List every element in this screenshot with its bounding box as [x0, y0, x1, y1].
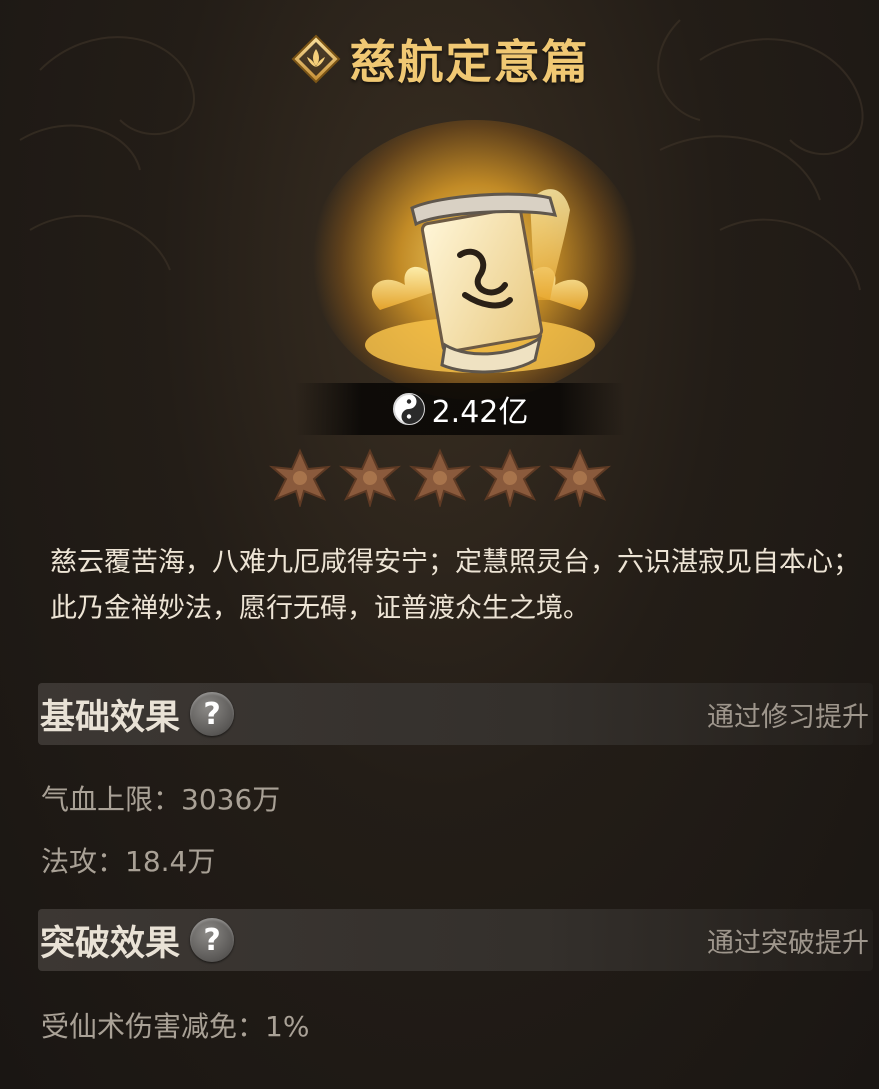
flower-star-icon [408, 448, 471, 507]
price-value: 2.42亿 [431, 395, 529, 430]
breakthrough-effects-help-button[interactable]: ? [190, 918, 235, 962]
flower-star-icon [338, 448, 401, 507]
basic-effects-hint: 通过修习提升 [707, 701, 869, 733]
stat-spell-damage-reduction: 受仙术伤害减免：1% [41, 1010, 310, 1043]
breakthrough-effects-header: 突破效果 ? 通过突破提升 [38, 909, 873, 971]
star-rating [0, 447, 879, 507]
stat-magic-attack: 法攻：18.4万 [41, 845, 216, 878]
golden-scroll-icon [365, 189, 595, 374]
stat-max-hp: 气血上限：3036万 [41, 783, 281, 816]
item-description: 慈云覆苦海，八难九厄咸得安宁；定慧照灵台，六识湛寂见自本心；此乃金禅妙法，愿行无… [50, 547, 860, 624]
basic-effects-title: 基础效果 [40, 697, 181, 738]
basic-effects-header: 基础效果 ? 通过修习提升 [38, 683, 873, 745]
flower-star-icon [268, 448, 331, 507]
yin-yang-coin-icon [392, 393, 425, 425]
page-title: 慈航定意篇 [349, 35, 590, 89]
flower-star-icon [548, 448, 611, 507]
basic-effects-help-button[interactable]: ? [190, 692, 235, 736]
price-bar: 2.42亿 [295, 383, 625, 435]
lotus-emblem-icon [291, 34, 340, 84]
breakthrough-effects-title: 突破效果 [40, 923, 181, 964]
breakthrough-effects-hint: 通过突破提升 [707, 927, 869, 959]
flower-star-icon [478, 448, 541, 507]
title-bar: 慈航定意篇 [0, 26, 879, 92]
